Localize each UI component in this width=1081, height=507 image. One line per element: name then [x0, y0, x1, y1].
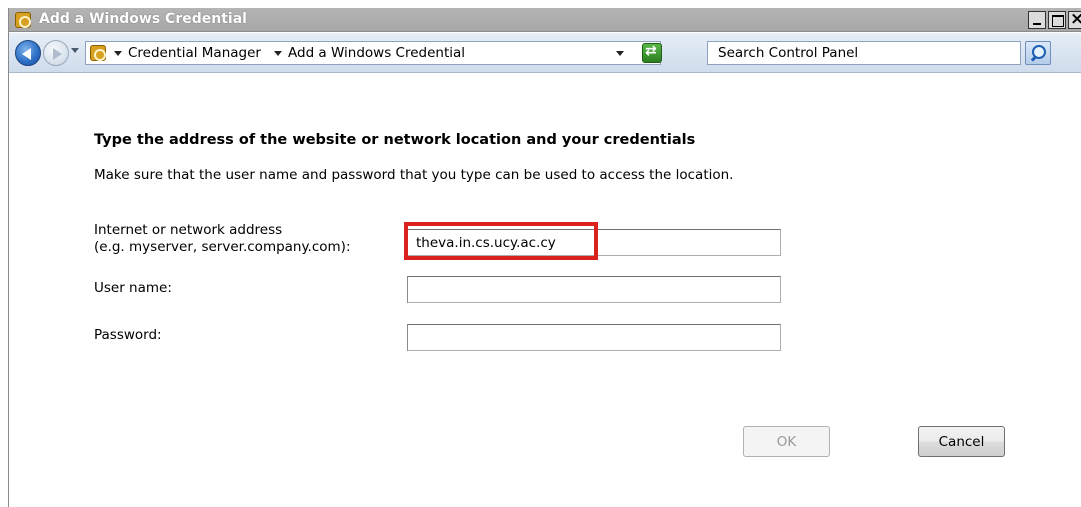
window-controls — [1026, 9, 1081, 29]
credential-manager-icon — [15, 12, 31, 28]
maximize-button[interactable] — [1048, 11, 1066, 29]
search-icon[interactable] — [1025, 41, 1051, 65]
history-dropdown-icon[interactable] — [71, 48, 79, 53]
refresh-icon[interactable] — [642, 43, 662, 63]
close-button[interactable] — [1068, 9, 1081, 29]
search-placeholder: Search Control Panel — [718, 45, 859, 61]
main-content: Type the address of the website or netwo… — [9, 74, 1081, 507]
page-description: Make sure that the user name and passwor… — [94, 167, 734, 183]
address-dropdown-icon[interactable] — [616, 51, 624, 56]
breadcrumb-separator-icon[interactable] — [274, 51, 282, 56]
username-field[interactable] — [407, 276, 781, 303]
page-title: Type the address of the website or netwo… — [94, 132, 696, 148]
back-arrow-icon[interactable] — [15, 40, 41, 66]
search-input[interactable]: Search Control Panel — [707, 41, 1021, 65]
cancel-button[interactable]: Cancel — [918, 426, 1005, 457]
navigation-bar: Credential Manager Add a Windows Credent… — [9, 33, 1081, 73]
breadcrumb-credential-manager[interactable]: Credential Manager — [128, 45, 261, 61]
address-label-line2: (e.g. myserver, server.company.com): — [94, 239, 351, 255]
address-label: Internet or network address (e.g. myserv… — [94, 222, 351, 256]
ok-button[interactable]: OK — [743, 426, 830, 457]
address-bar[interactable]: Credential Manager Add a Windows Credent… — [85, 41, 662, 65]
password-field[interactable] — [407, 324, 781, 351]
credential-window: Add a Windows Credential Credential Mana… — [8, 8, 1081, 507]
address-label-line1: Internet or network address — [94, 222, 283, 238]
window-title: Add a Windows Credential — [39, 11, 247, 27]
password-label: Password: — [94, 327, 162, 343]
control-panel-icon — [90, 45, 106, 61]
forward-arrow-icon[interactable] — [43, 40, 69, 66]
title-bar[interactable]: Add a Windows Credential — [9, 8, 1081, 32]
username-label: User name: — [94, 280, 172, 296]
breadcrumb-add-credential[interactable]: Add a Windows Credential — [288, 45, 465, 61]
address-highlight-box — [404, 222, 598, 260]
minimize-button[interactable] — [1028, 11, 1046, 29]
breadcrumb-separator-icon[interactable] — [114, 51, 122, 56]
